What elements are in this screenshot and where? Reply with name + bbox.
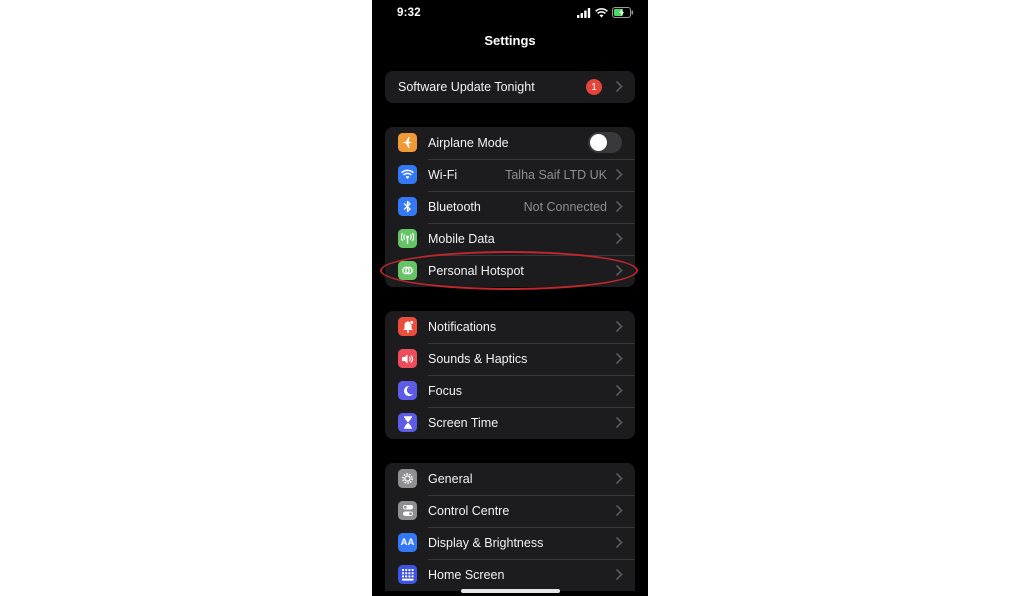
chevron-right-icon (616, 265, 623, 276)
hotspot-icon (398, 261, 417, 280)
wifi-icon (398, 165, 417, 184)
home-grid-icon (398, 565, 417, 584)
software-update-group: Software Update Tonight 1 (385, 71, 635, 103)
bluetooth-status-value: Not Connected (523, 200, 607, 214)
display-brightness-label: Display & Brightness (428, 536, 544, 550)
control-centre-label: Control Centre (428, 504, 510, 518)
notifications-group: Notifications Sounds & Haptics Focus Scr… (385, 311, 635, 439)
chevron-right-icon (616, 233, 623, 244)
chevron-right-icon (616, 569, 623, 580)
chevron-right-icon (616, 505, 623, 516)
connectivity-group: Airplane Mode Wi-Fi Talha Saif LTD UK Bl… (385, 127, 635, 287)
focus-label: Focus (428, 384, 463, 398)
airplane-mode-toggle[interactable] (588, 132, 622, 153)
chevron-right-icon (616, 321, 623, 332)
software-update-row[interactable]: Software Update Tonight 1 (385, 71, 635, 103)
toggle-knob (590, 134, 607, 151)
focus-row[interactable]: Focus (385, 375, 635, 407)
page-title: Settings (484, 33, 536, 48)
general-label: General (428, 472, 473, 486)
speaker-icon (398, 349, 417, 368)
status-icons (577, 7, 634, 18)
chevron-right-icon (616, 537, 623, 548)
home-screen-row[interactable]: Home Screen (385, 559, 635, 591)
notifications-row[interactable]: Notifications (385, 311, 635, 343)
status-bar: 9:32 (372, 0, 648, 28)
sounds-haptics-row[interactable]: Sounds & Haptics (385, 343, 635, 375)
personal-hotspot-label: Personal Hotspot (428, 264, 524, 278)
chevron-right-icon (616, 169, 623, 180)
airplane-mode-row: Airplane Mode (385, 127, 635, 159)
personal-hotspot-row[interactable]: Personal Hotspot (385, 255, 635, 287)
chevron-right-icon (616, 473, 623, 484)
chevron-right-icon (616, 201, 623, 212)
chevron-right-icon (616, 353, 623, 364)
screen-time-row[interactable]: Screen Time (385, 407, 635, 439)
airplane-icon (398, 133, 417, 152)
bluetooth-row[interactable]: Bluetooth Not Connected (385, 191, 635, 223)
chevron-right-icon (616, 417, 623, 428)
wifi-row[interactable]: Wi-Fi Talha Saif LTD UK (385, 159, 635, 191)
control-centre-row[interactable]: Control Centre (385, 495, 635, 527)
display-brightness-row[interactable]: AA Display & Brightness (385, 527, 635, 559)
chevron-right-icon (616, 81, 623, 92)
airplane-mode-label: Airplane Mode (428, 136, 509, 150)
home-indicator[interactable] (461, 589, 560, 593)
screen-time-label: Screen Time (428, 416, 499, 430)
bell-icon (398, 317, 417, 336)
antenna-icon (398, 229, 417, 248)
mobile-data-label: Mobile Data (428, 232, 495, 246)
bluetooth-label: Bluetooth (428, 200, 481, 214)
home-screen-label: Home Screen (428, 568, 505, 582)
text-size-icon: AA (398, 533, 417, 552)
battery-charging-icon (612, 7, 634, 18)
status-time: 9:32 (397, 7, 421, 19)
bluetooth-icon (398, 197, 417, 216)
phone-screen: 9:32 Settings Software Update Tonight 1 … (372, 0, 648, 596)
notifications-label: Notifications (428, 320, 497, 334)
software-update-label: Software Update Tonight (398, 80, 535, 94)
mobile-data-row[interactable]: Mobile Data (385, 223, 635, 255)
wifi-status-icon (595, 7, 608, 17)
moon-icon (398, 381, 417, 400)
general-row[interactable]: General (385, 463, 635, 495)
wifi-network-value: Talha Saif LTD UK (505, 168, 607, 182)
chevron-right-icon (616, 385, 623, 396)
switches-icon (398, 501, 417, 520)
cellular-signal-icon (577, 7, 591, 18)
general-group: General Control Centre AA Display & Brig… (385, 463, 635, 591)
update-badge: 1 (586, 79, 602, 95)
wifi-label: Wi-Fi (428, 168, 458, 182)
hourglass-icon (398, 413, 417, 432)
sounds-haptics-label: Sounds & Haptics (428, 352, 528, 366)
gear-icon (398, 469, 417, 488)
